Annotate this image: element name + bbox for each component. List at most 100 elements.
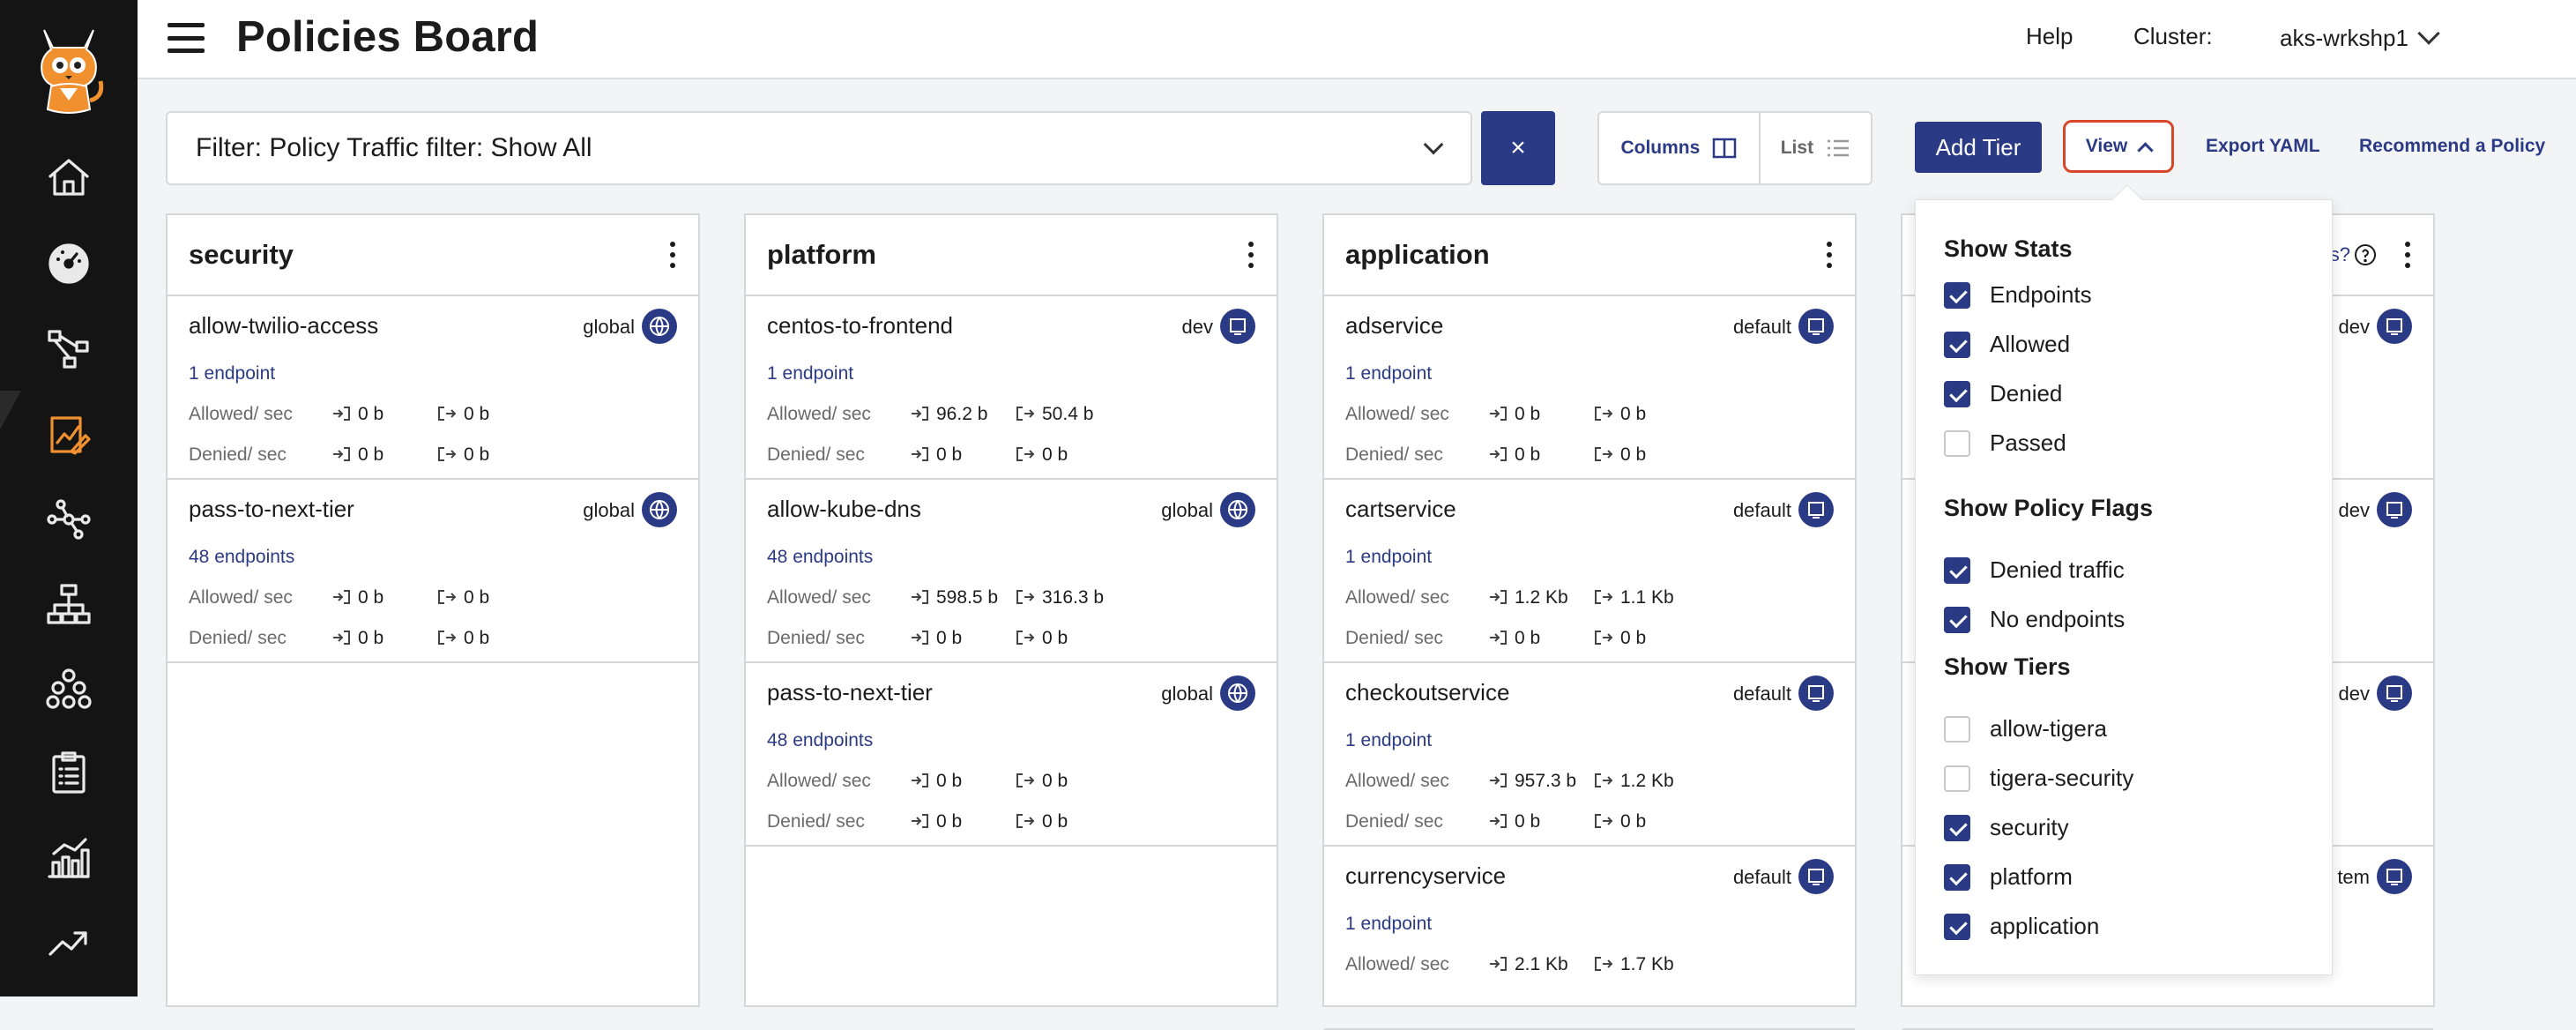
- view-option-flags[interactable]: No endpoints: [1944, 606, 2125, 633]
- tigera-cat-logo[interactable]: [32, 23, 106, 116]
- policy-card[interactable]: cartservice default 1 endpoint Allowed/ sec…: [1324, 480, 1855, 663]
- denied-in-value: 0 b: [936, 811, 963, 832]
- sidebar-item-endpoints[interactable]: [38, 658, 100, 720]
- columns-view-button[interactable]: Columns: [1599, 113, 1761, 183]
- sidebar-item-compliance[interactable]: [38, 743, 100, 804]
- policy-namespace: dev: [2338, 316, 2370, 338]
- checkbox[interactable]: [1944, 715, 1970, 743]
- sidebar-item-dashboard[interactable]: [38, 233, 100, 295]
- policy-name[interactable]: centos-to-frontend: [767, 312, 953, 340]
- allowed-out-value: 0 b: [464, 587, 490, 608]
- tier-help-link[interactable]: is?: [2326, 243, 2377, 266]
- view-option-tiers[interactable]: security: [1944, 814, 2069, 841]
- sidebar-item-home[interactable]: [38, 146, 100, 208]
- checkbox[interactable]: [1944, 913, 1970, 940]
- sidebar-item-policies[interactable]: [38, 404, 100, 466]
- menu-toggle-icon[interactable]: [168, 21, 205, 55]
- sidebar-item-hierarchy[interactable]: [38, 573, 100, 635]
- denied-label: Denied/ sec: [189, 444, 287, 465]
- policy-name[interactable]: allow-kube-dns: [767, 496, 921, 523]
- endpoint-count-link[interactable]: 1 endpoint: [189, 363, 275, 384]
- tier-header: application: [1324, 215, 1855, 296]
- policy-name[interactable]: adservice: [1345, 312, 1443, 340]
- cluster-select[interactable]: aks-wrkshp1: [2280, 18, 2440, 58]
- policy-card[interactable]: allow-twilio-access global 1 endpoint Allow…: [168, 296, 698, 480]
- endpoint-count-link[interactable]: 48 endpoints: [767, 547, 873, 568]
- view-label: View: [2085, 136, 2128, 156]
- policy-name[interactable]: allow-twilio-access: [189, 312, 378, 340]
- checkbox[interactable]: [1944, 606, 1970, 633]
- view-option-tiers[interactable]: platform: [1944, 863, 2073, 891]
- view-option-label: Allowed: [1990, 331, 2071, 357]
- inbound-arrow-icon: [333, 407, 350, 421]
- view-option-stats[interactable]: Passed: [1944, 429, 2066, 457]
- endpoint-count-link[interactable]: 1 endpoint: [1345, 914, 1432, 935]
- global-policy-icon: [642, 492, 677, 527]
- policy-card[interactable]: pass-to-next-tier global 48 endpoints Allow…: [746, 663, 1277, 847]
- sidebar-item-service-graph[interactable]: [38, 317, 100, 379]
- checkbox[interactable]: [1944, 331, 1970, 358]
- policy-card[interactable]: adservice default 1 endpoint Allowed/ sec 0 …: [1324, 296, 1855, 480]
- chevron-up-icon: [2137, 141, 2154, 159]
- checkbox[interactable]: [1944, 863, 1970, 891]
- policy-card[interactable]: centos-to-frontend dev 1 endpoint Allowed/ …: [746, 296, 1277, 480]
- view-menu-button[interactable]: View: [2063, 120, 2174, 173]
- tier-more-icon[interactable]: [1248, 242, 1255, 268]
- endpoint-count-link[interactable]: 1 endpoint: [1345, 363, 1432, 384]
- denied-in-value: 0 b: [358, 628, 384, 648]
- policy-name[interactable]: pass-to-next-tier: [189, 496, 354, 523]
- checkbox[interactable]: [1944, 380, 1970, 407]
- view-option-flags[interactable]: Denied traffic: [1944, 556, 2125, 584]
- export-yaml-button[interactable]: Export YAML: [2206, 136, 2320, 157]
- policy-namespace: dev: [1181, 316, 1213, 338]
- policy-name[interactable]: currencyservice: [1345, 862, 1506, 890]
- sidebar-item-reports[interactable]: [38, 827, 100, 889]
- tier-title: security: [189, 239, 294, 270]
- policy-filter-select[interactable]: Filter: Policy Traffic filter: Show All: [166, 111, 1472, 185]
- tier-more-icon[interactable]: [2405, 242, 2412, 268]
- checkbox[interactable]: [1944, 429, 1970, 457]
- sidebar-item-network[interactable]: [38, 489, 100, 550]
- checkbox[interactable]: [1944, 556, 1970, 584]
- columns-icon: [1713, 138, 1737, 159]
- policy-card[interactable]: pass-to-next-tier global 48 endpoints Allow…: [168, 480, 698, 663]
- policy-namespace: default: [1732, 683, 1791, 705]
- policy-name[interactable]: cartservice: [1345, 496, 1456, 523]
- denied-out-value: 0 b: [1620, 444, 1647, 465]
- endpoint-count-link[interactable]: 48 endpoints: [189, 547, 294, 568]
- recommend-policy-button[interactable]: Recommend a Policy: [2359, 136, 2545, 157]
- view-option-tiers[interactable]: allow-tigera: [1944, 715, 2107, 743]
- checkbox[interactable]: [1944, 281, 1970, 309]
- view-option-stats[interactable]: Allowed: [1944, 331, 2070, 358]
- global-policy-icon: [642, 309, 677, 344]
- inbound-arrow-icon: [912, 814, 928, 828]
- allowed-out-value: 0 b: [464, 404, 490, 424]
- view-option-stats[interactable]: Endpoints: [1944, 281, 2092, 309]
- policy-card[interactable]: checkoutservice default 1 endpoint Allowed/…: [1324, 663, 1855, 847]
- view-option-tiers[interactable]: tigera-security: [1944, 765, 2133, 792]
- add-tier-button[interactable]: Add Tier: [1915, 122, 2042, 173]
- list-label: List: [1780, 138, 1814, 158]
- policy-card[interactable]: allow-kube-dns global 48 endpoints Allowed/…: [746, 480, 1277, 663]
- tier-more-icon[interactable]: [1827, 242, 1834, 268]
- endpoint-count-link[interactable]: 48 endpoints: [767, 730, 873, 751]
- outbound-arrow-icon: [1016, 407, 1035, 421]
- denied-label: Denied/ sec: [1345, 811, 1443, 832]
- checkbox[interactable]: [1944, 814, 1970, 841]
- policy-card[interactable]: currencyservice default 1 endpoint Allowed/…: [1324, 847, 1855, 1030]
- policy-name[interactable]: pass-to-next-tier: [767, 679, 933, 706]
- sidebar-item-trends[interactable]: [38, 912, 100, 974]
- endpoint-count-link[interactable]: 1 endpoint: [1345, 730, 1432, 751]
- checkbox[interactable]: [1944, 765, 1970, 792]
- view-option-stats[interactable]: Denied: [1944, 380, 2062, 407]
- policy-namespace: default: [1732, 499, 1791, 521]
- list-view-button[interactable]: List: [1761, 113, 1871, 183]
- clear-filter-button[interactable]: ×: [1481, 111, 1555, 185]
- tier-more-icon[interactable]: [670, 242, 677, 268]
- help-link[interactable]: Help: [2026, 23, 2073, 50]
- policy-name[interactable]: checkoutservice: [1345, 679, 1509, 706]
- endpoint-count-link[interactable]: 1 endpoint: [1345, 547, 1432, 568]
- endpoint-count-link[interactable]: 1 endpoint: [767, 363, 853, 384]
- inbound-arrow-icon: [1490, 773, 1507, 787]
- view-option-tiers[interactable]: application: [1944, 913, 2099, 940]
